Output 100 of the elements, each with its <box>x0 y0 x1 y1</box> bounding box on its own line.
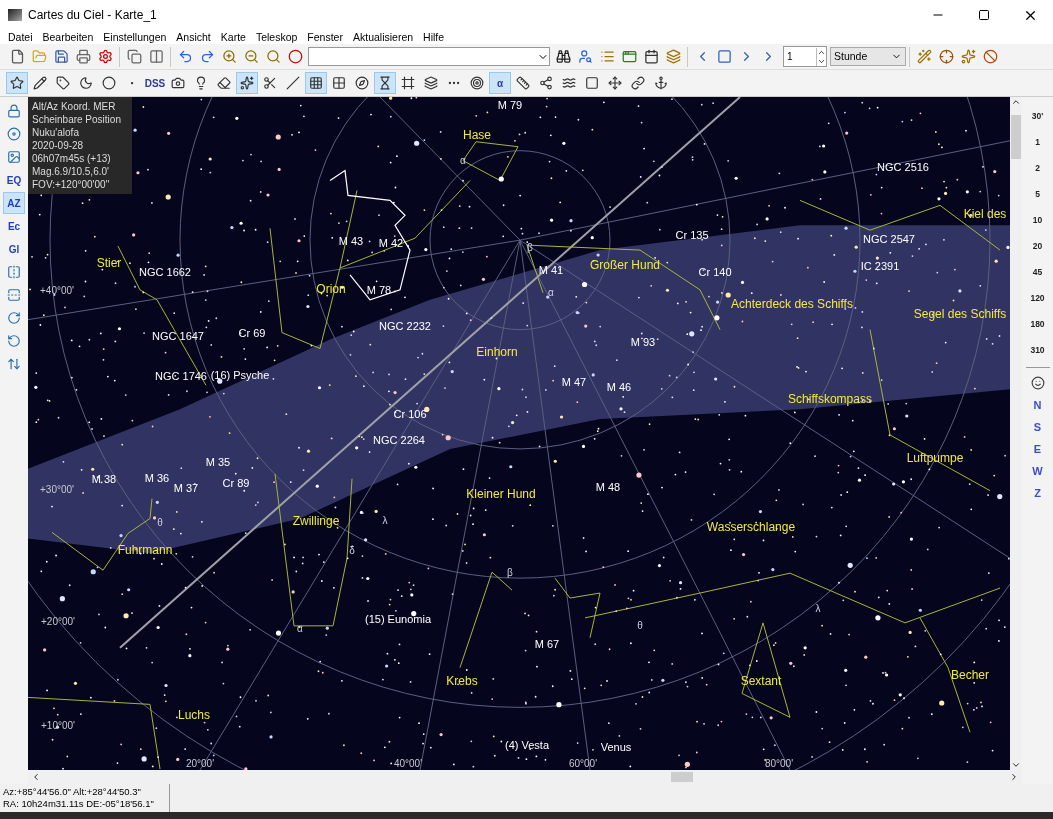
camera-icon <box>171 76 185 90</box>
toolbar-toggle[interactable] <box>305 72 327 94</box>
info-line: 06h07m45s (+13) <box>32 152 112 165</box>
grid-icon <box>309 76 323 90</box>
gear-icon <box>97 49 113 64</box>
object-label: (16) Psyche <box>210 369 270 381</box>
menu-item[interactable]: Einstellungen <box>103 31 167 43</box>
constellation-label: Kiel des <box>963 208 1007 220</box>
direction-button[interactable]: Z <box>1034 482 1041 504</box>
toolbar-toggle[interactable] <box>374 72 396 94</box>
toolbar-toggle[interactable]: DSS <box>144 72 166 94</box>
menu-item[interactable]: Aktualisieren <box>352 31 414 43</box>
info-line: 2020-09-28 <box>32 139 85 152</box>
star-letter-label: λ <box>815 604 821 614</box>
columns-icon <box>148 49 164 64</box>
direction-button[interactable]: W <box>1032 460 1043 482</box>
object-label: M 35 <box>205 456 231 468</box>
flip-icon <box>7 288 21 302</box>
toolbar-toggle[interactable] <box>6 72 28 94</box>
menu-item[interactable]: Hilfe <box>423 31 445 43</box>
crosshair-icon <box>938 49 954 64</box>
menu-item[interactable]: Fenster <box>307 31 343 43</box>
menu-item[interactable]: Datei <box>8 31 33 43</box>
nodes-icon <box>539 76 553 90</box>
target-icon <box>470 76 484 90</box>
object-label: NGC 2264 <box>373 434 425 446</box>
menu-item[interactable]: Karte <box>220 31 246 43</box>
field-of-view-button[interactable]: 30' <box>1031 103 1044 129</box>
lock-icon <box>7 104 21 118</box>
star-letter-label: θ <box>157 518 163 528</box>
unit-select[interactable]: Stunde <box>830 47 906 66</box>
scroll-left-icon <box>31 772 41 782</box>
moon-icon <box>79 76 93 90</box>
waves-icon <box>562 76 576 90</box>
disc-icon <box>7 127 21 141</box>
star-icon <box>10 76 24 90</box>
constellation-label: Achterdeck des Schiffs <box>731 298 853 310</box>
compass-icon <box>355 76 369 90</box>
info-line: Scheinbare Position <box>32 113 122 126</box>
field-of-view-button[interactable]: 20 <box>1032 233 1043 259</box>
lightbulb-icon <box>194 76 208 90</box>
constellation-label: Wasserschlange <box>706 521 796 533</box>
object-label: M 46 <box>606 381 632 393</box>
hourglass-icon <box>378 76 392 90</box>
scrollbar-thumb[interactable] <box>1011 115 1021 159</box>
menu-item[interactable]: Bearbeiten <box>42 31 94 43</box>
maximize-icon <box>978 9 990 21</box>
view-mode-button[interactable]: AZ <box>3 192 25 214</box>
field-of-view-button[interactable]: 180 <box>1030 311 1045 337</box>
info-line: Mag.6.9/10.5,6.0' <box>32 165 110 178</box>
menu-item[interactable]: Teleskop <box>255 31 298 43</box>
object-label: M 47 <box>561 376 587 388</box>
tag-icon <box>56 76 70 90</box>
direction-button[interactable]: S <box>1033 416 1042 438</box>
constellation-label: Einhorn <box>476 346 518 358</box>
object-label: Cr 140 <box>698 266 732 278</box>
status-coordinates: Az:+85°44'56.0" Alt:+28°44'50.3" <box>3 786 142 798</box>
field-of-view-button[interactable]: 5 <box>1035 181 1040 207</box>
object-label: M 79 <box>497 99 523 111</box>
direction-button[interactable]: E <box>1033 438 1042 460</box>
sparkles-icon <box>960 49 976 64</box>
layers-icon <box>424 76 438 90</box>
object-label: Cr 89 <box>222 477 250 489</box>
view-mode-button[interactable]: EQ <box>3 169 25 191</box>
toolbar-toggle[interactable]: α <box>489 72 511 94</box>
constellation-label: Fuhrmann <box>117 544 173 556</box>
image-icon <box>7 150 21 164</box>
sparkles-icon <box>240 76 254 90</box>
object-label: NGC 2516 <box>877 161 929 173</box>
object-label: M 38 <box>91 473 117 485</box>
constellation-label: Becher <box>951 669 989 681</box>
field-of-view-button[interactable]: 310 <box>1030 337 1045 363</box>
field-of-view-button[interactable]: 45 <box>1032 259 1043 285</box>
object-label: Cr 106 <box>393 408 427 420</box>
scrollbar-thumb[interactable] <box>671 772 693 782</box>
circle-icon <box>287 49 303 64</box>
view-mode-button[interactable]: Gl <box>3 238 25 260</box>
grid-coordinate-label: 40°00' <box>393 759 423 769</box>
object-label: NGC 2547 <box>863 233 915 245</box>
object-label: NGC 1647 <box>152 330 204 342</box>
menu-item[interactable]: Ansicht <box>176 31 211 43</box>
object-label: M 42 <box>378 237 404 249</box>
toolbar-toggle[interactable] <box>236 72 258 94</box>
star-letter-label: α <box>548 288 554 298</box>
field-of-view-button[interactable]: 1 <box>1035 129 1040 155</box>
scroll-down-icon <box>1011 760 1021 770</box>
field-of-view-button[interactable]: 10 <box>1032 207 1043 233</box>
field-of-view-button[interactable]: 120 <box>1030 285 1045 311</box>
step-spin-field[interactable]: 1 <box>783 46 827 67</box>
info-line: Nuku'alofa <box>32 126 80 139</box>
object-label: M 78 <box>366 284 392 296</box>
constellation-label: Luchs <box>178 709 210 721</box>
view-mode-button[interactable]: Ec <box>3 215 25 237</box>
rotate-icon <box>7 311 21 325</box>
field-of-view-button[interactable]: 2 <box>1035 155 1040 181</box>
printer-icon <box>75 49 91 64</box>
direction-button[interactable]: N <box>1033 394 1042 416</box>
frame-icon <box>401 76 415 90</box>
zoom-in-icon <box>221 49 237 64</box>
zoom-out-icon <box>243 49 259 64</box>
